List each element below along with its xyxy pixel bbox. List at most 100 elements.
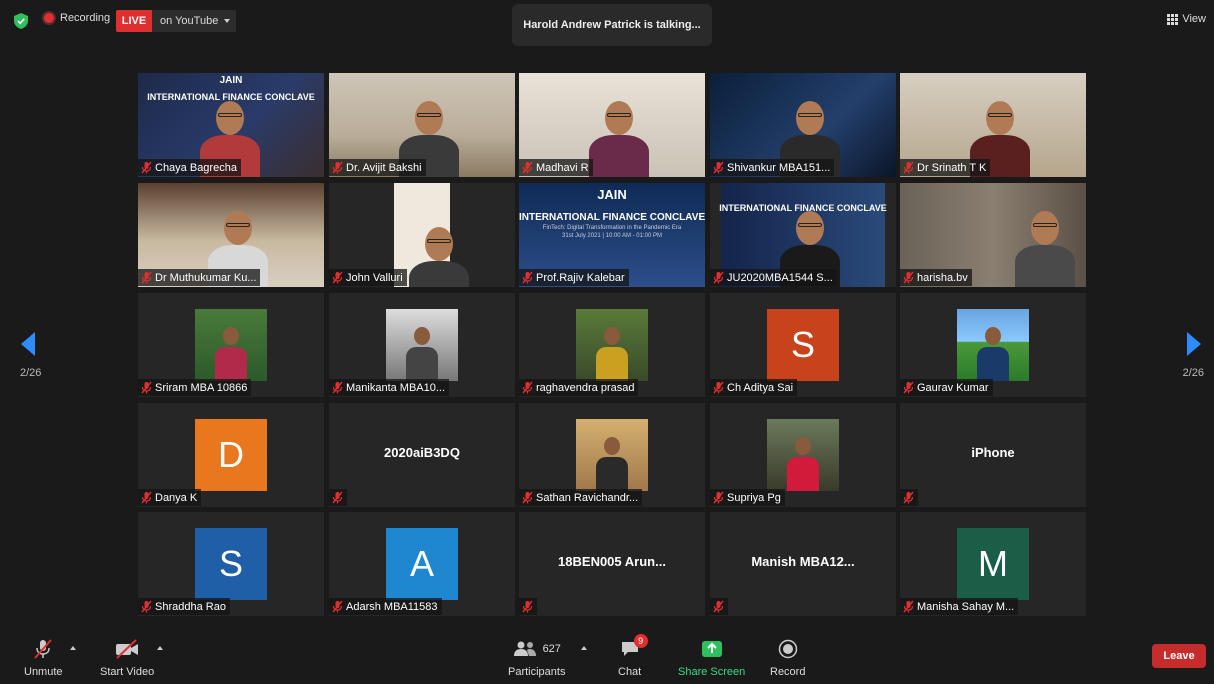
previous-page-arrow-icon[interactable] (21, 332, 35, 356)
muted-mic-icon (713, 491, 724, 504)
participant-name-bar: Manikanta MBA10... (329, 379, 450, 396)
participant-tile[interactable]: A Adarsh MBA11583 (329, 512, 515, 616)
avatar-photo (576, 419, 648, 491)
participant-name: raghavendra prasad (536, 381, 635, 394)
participant-tile[interactable]: Sriram MBA 10866 (138, 293, 324, 397)
video-options-caret-icon[interactable] (157, 646, 163, 650)
participant-tile[interactable]: Dr Muthukumar Ku... (138, 183, 324, 287)
participant-name: Dr. Avijit Bakshi (346, 161, 422, 174)
view-button[interactable]: View (1167, 13, 1206, 25)
participant-name: Dr Srinath T K (917, 161, 987, 174)
participant-name-bar: Sathan Ravichandr... (519, 489, 643, 506)
participant-name: Manisha Sahay M... (917, 600, 1015, 613)
avatar-initial: D (195, 419, 267, 491)
share-screen-button[interactable]: Share Screen (678, 638, 745, 678)
avatar-initial: M (957, 528, 1029, 600)
participant-name-bar: harisha.bv (900, 269, 972, 286)
slide-title: INTERNATIONAL FINANCE CONCLAVE (519, 212, 705, 223)
participant-name-bar: Chaya Bagrecha (138, 159, 241, 176)
slide-brand: JAIN (219, 75, 243, 86)
participant-name-bar: Dr Srinath T K (900, 159, 991, 176)
encryption-shield-icon[interactable] (14, 13, 28, 29)
participant-name-bar (710, 598, 728, 615)
participant-tile[interactable]: INTERNATIONAL FINANCE CONCLAVE JU2020MBA1… (710, 183, 896, 287)
record-button[interactable]: Record (770, 638, 805, 678)
chat-label: Chat (618, 666, 642, 678)
stream-target-label: on YouTube (160, 15, 219, 27)
participant-tile[interactable]: Gaurav Kumar (900, 293, 1086, 397)
avatar-initial: A (386, 528, 458, 600)
participant-name: Shraddha Rao (155, 600, 226, 613)
leave-button[interactable]: Leave (1152, 644, 1206, 668)
participant-tile[interactable]: Supriya Pg (710, 403, 896, 507)
participant-tile[interactable]: John Valluri (329, 183, 515, 287)
live-badge[interactable]: LIVE (116, 10, 152, 32)
participants-options-caret-icon[interactable] (581, 646, 587, 650)
muted-mic-icon (141, 271, 152, 284)
chat-button[interactable]: 9 Chat (618, 634, 648, 678)
participant-tile[interactable]: S Shraddha Rao (138, 512, 324, 616)
muted-mic-icon (713, 271, 724, 284)
stream-target-dropdown[interactable]: on YouTube (152, 10, 236, 32)
participant-tile[interactable]: Manish MBA12... (710, 512, 896, 616)
participant-person (409, 227, 469, 287)
muted-mic-icon (332, 600, 343, 613)
avatar-photo (957, 309, 1029, 381)
participant-name-bar: Supriya Pg (710, 489, 785, 506)
participant-tile[interactable]: JAIN INTERNATIONAL FINANCE CONCLAVE Chaya … (138, 73, 324, 177)
shared-slide-overlay: INTERNATIONAL FINANCE CONCLAVE (710, 185, 896, 213)
participants-button[interactable]: 627 Participants (508, 638, 565, 678)
muted-mic-icon (903, 271, 914, 284)
participant-tile[interactable]: M Manisha Sahay M... (900, 512, 1086, 616)
participant-tile[interactable]: 2020aiB3DQ (329, 403, 515, 507)
share-screen-label: Share Screen (678, 666, 746, 678)
muted-mic-icon (141, 491, 152, 504)
participant-name-bar: Manisha Sahay M... (900, 598, 1019, 615)
avatar-initial: S (767, 309, 839, 381)
video-off-icon (116, 639, 139, 659)
avatar-photo (576, 309, 648, 381)
slide-subtitle: FinTech: Digital Transformation in the P… (542, 225, 682, 231)
participant-tile[interactable]: Madhavi R (519, 73, 705, 177)
unmute-button[interactable]: Unmute (24, 638, 63, 678)
avatar-photo (767, 419, 839, 491)
participant-tile[interactable]: D Danya K (138, 403, 324, 507)
page-indicator-right: 2/26 (1182, 367, 1204, 379)
audio-options-caret-icon[interactable] (70, 646, 76, 650)
participant-name: Danya K (155, 491, 198, 504)
participant-name-bar: Dr. Avijit Bakshi (329, 159, 426, 176)
participant-tile[interactable]: 18BEN005 Arun... (519, 512, 705, 616)
participant-name-bar: Sriram MBA 10866 (138, 379, 252, 396)
participant-name: Adarsh MBA11583 (346, 600, 438, 613)
participant-tile[interactable]: Dr. Avijit Bakshi (329, 73, 515, 177)
participant-tile[interactable]: S Ch Aditya Sai (710, 293, 896, 397)
shared-slide-overlay: JAIN INTERNATIONAL FINANCE CONCLAVE (138, 75, 324, 102)
recording-indicator[interactable]: Recording (44, 12, 110, 24)
participant-name: Prof.Rajiv Kalebar (536, 271, 625, 284)
participant-name: JU2020MBA1544 S... (727, 271, 833, 284)
participant-tile[interactable]: Shivankur MBA151... (710, 73, 896, 177)
participant-name-bar: raghavendra prasad (519, 379, 639, 396)
participant-name-bar (900, 489, 918, 506)
participant-tile[interactable]: Manikanta MBA10... (329, 293, 515, 397)
participant-tile[interactable]: iPhone (900, 403, 1086, 507)
avatar-initial: S (195, 528, 267, 600)
next-page-arrow-icon[interactable] (1187, 332, 1201, 356)
muted-mic-icon (332, 491, 343, 504)
participant-name: Sathan Ravichandr... (536, 491, 639, 504)
muted-mic-icon (332, 271, 343, 284)
participant-tile[interactable]: harisha.bv (900, 183, 1086, 287)
participant-name: Supriya Pg (727, 491, 781, 504)
participant-tile[interactable]: JAIN INTERNATIONAL FINANCE CONCLAVE FinTec… (519, 183, 705, 287)
participant-tile[interactable]: raghavendra prasad (519, 293, 705, 397)
participant-name-bar: Madhavi R (519, 159, 593, 176)
participant-tile[interactable]: Dr Srinath T K (900, 73, 1086, 177)
muted-mic-icon (332, 161, 343, 174)
shared-slide-overlay: JAIN INTERNATIONAL FINANCE CONCLAVE FinTec… (519, 185, 705, 239)
participant-tile[interactable]: Sathan Ravichandr... (519, 403, 705, 507)
participant-name: Madhavi R (536, 161, 589, 174)
muted-mic-icon (141, 600, 152, 613)
start-video-button[interactable]: Start Video (100, 638, 154, 678)
avatar-photo (195, 309, 267, 381)
meeting-toolbar: Unmute Start Video 627 Participants 9 Ch… (0, 630, 1214, 684)
